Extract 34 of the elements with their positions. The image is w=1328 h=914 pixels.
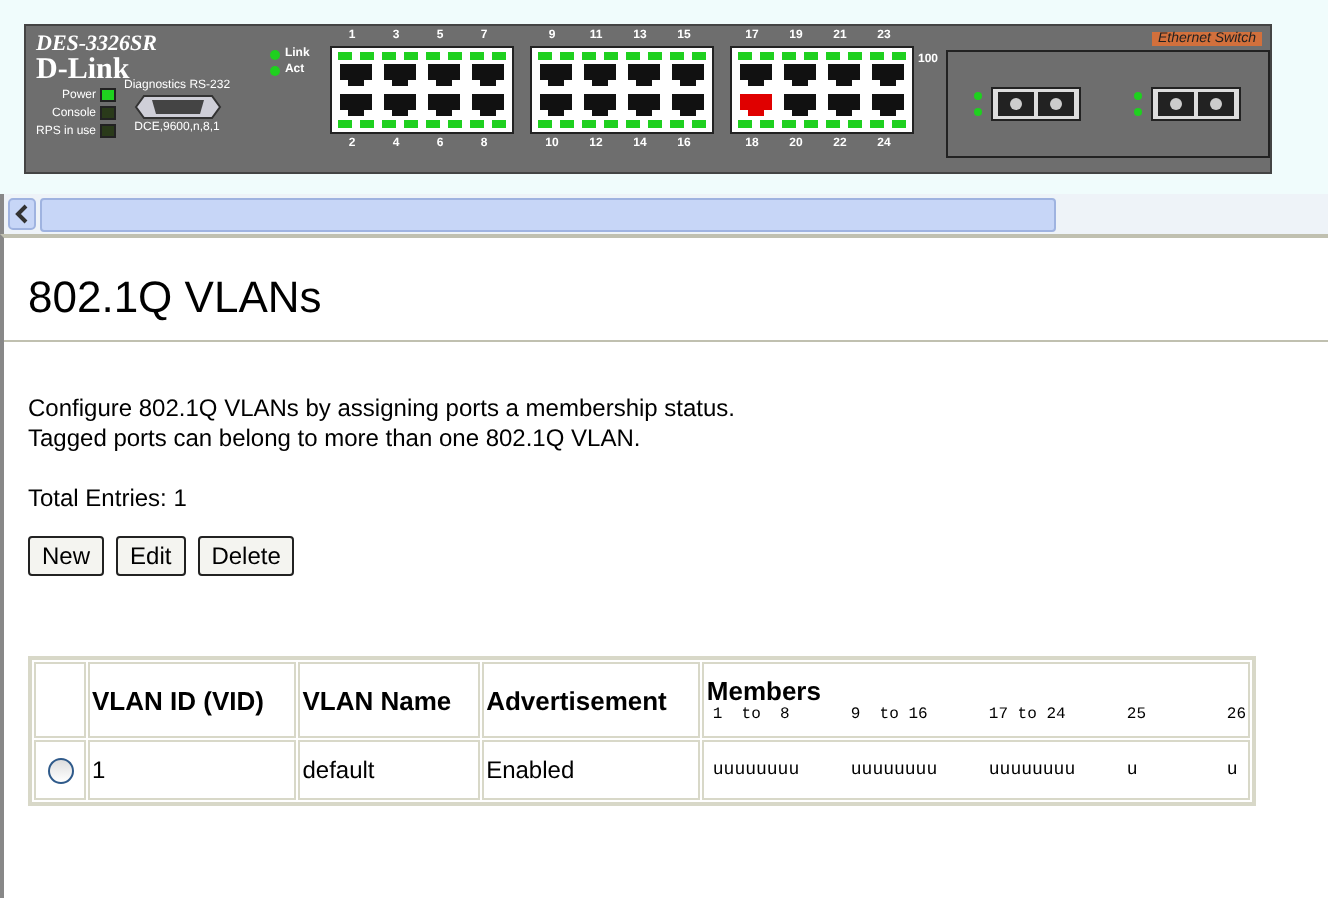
fiber-port-icon — [972, 84, 1084, 124]
scroll-left-icon[interactable] — [8, 198, 36, 230]
led-icon — [270, 65, 281, 75]
description-text: Tagged ports can belong to more than one 802.1Q VLAN. — [28, 424, 643, 454]
page-title: 802.1Q VLANs — [4, 272, 1328, 342]
description-text: Configure 802.1Q VLANs by assigning ports a membership status. — [28, 394, 738, 424]
column-header: VLAN ID (VID) — [88, 662, 297, 738]
led-icon — [270, 49, 281, 59]
port-range-label: 9 to 16 — [848, 706, 930, 724]
model-name: DES-3326SR — [36, 32, 158, 56]
port-range-label: 25 — [1124, 706, 1148, 724]
serial-port-icon — [133, 94, 222, 120]
column-header: VLAN Name — [298, 662, 481, 738]
member-status: uuuuuuuu — [986, 760, 1078, 780]
row-radio-button[interactable] — [47, 758, 73, 785]
port-range-label: 26 — [1224, 706, 1246, 724]
port-range-label: 1 to 8 — [710, 706, 792, 724]
column-header: Advertisement — [482, 662, 701, 738]
action-button[interactable]: Edit — [116, 536, 186, 576]
table-cell: default — [298, 740, 481, 800]
member-status: u — [1124, 760, 1140, 780]
action-button[interactable]: Delete — [197, 536, 295, 576]
port-range-label: 17 to 24 — [986, 706, 1068, 724]
member-status: uuuuuuuu — [848, 760, 940, 780]
scrollbar-thumb[interactable] — [40, 198, 1056, 232]
member-status: uuuuuuuu — [710, 760, 802, 780]
table-cell: Enabled — [482, 740, 701, 800]
column-header: Members — [706, 676, 823, 706]
action-button[interactable]: New — [28, 536, 105, 576]
fiber-port-icon — [1132, 84, 1244, 124]
horizontal-scrollbar[interactable] — [0, 194, 1328, 234]
total-entries: Total Entries: 1 — [28, 484, 189, 514]
table-cell: 1 — [88, 740, 297, 800]
member-status: u — [1224, 760, 1238, 780]
